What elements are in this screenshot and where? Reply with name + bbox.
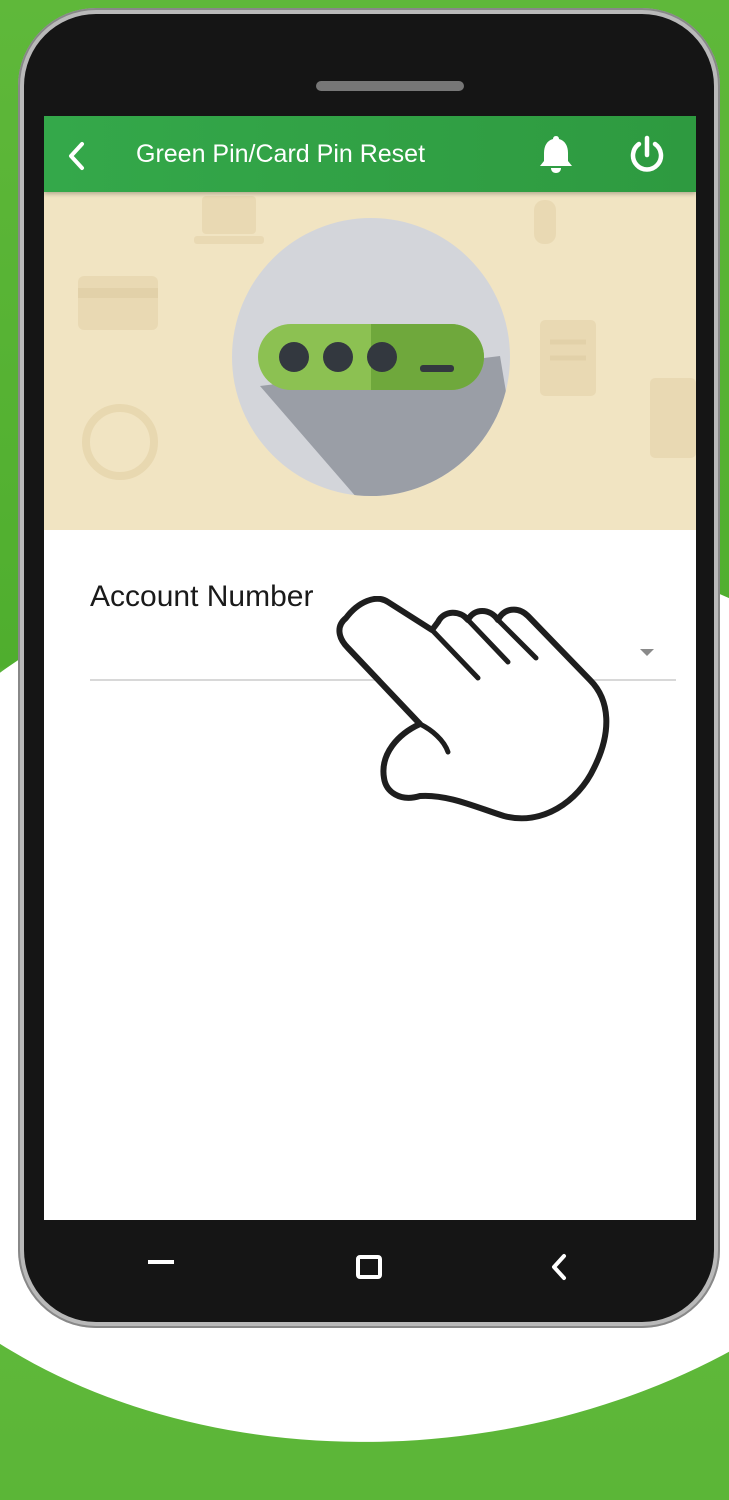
power-icon (630, 135, 664, 172)
account-number-label: Account Number (90, 580, 314, 613)
recents-button[interactable] (136, 1242, 186, 1292)
system-back-button[interactable] (534, 1242, 584, 1292)
pointing-hand-icon (336, 596, 610, 822)
phone-call-icon (82, 404, 158, 480)
system-navigation-bar (44, 1220, 696, 1316)
hand-touch-icon (534, 200, 556, 244)
page-title: Green Pin/Card Pin Reset (136, 140, 426, 168)
document-icon (650, 378, 696, 458)
minus-icon (148, 1260, 174, 1264)
card-icon (78, 276, 158, 330)
app-bar: Green Pin/Card Pin Reset (44, 116, 696, 192)
dropdown-arrow-icon (640, 649, 654, 656)
logout-button[interactable] (626, 134, 668, 176)
password-pin-icon (232, 218, 510, 496)
chevron-left-icon (552, 1254, 566, 1280)
notifications-button[interactable] (534, 132, 578, 176)
bell-icon (540, 136, 572, 173)
back-button[interactable] (58, 136, 98, 176)
clipboard-icon (540, 320, 596, 396)
square-icon (356, 1255, 382, 1279)
home-button[interactable] (344, 1242, 394, 1292)
chevron-left-icon (69, 142, 84, 170)
banner (44, 192, 696, 530)
phone-speaker (316, 81, 464, 91)
